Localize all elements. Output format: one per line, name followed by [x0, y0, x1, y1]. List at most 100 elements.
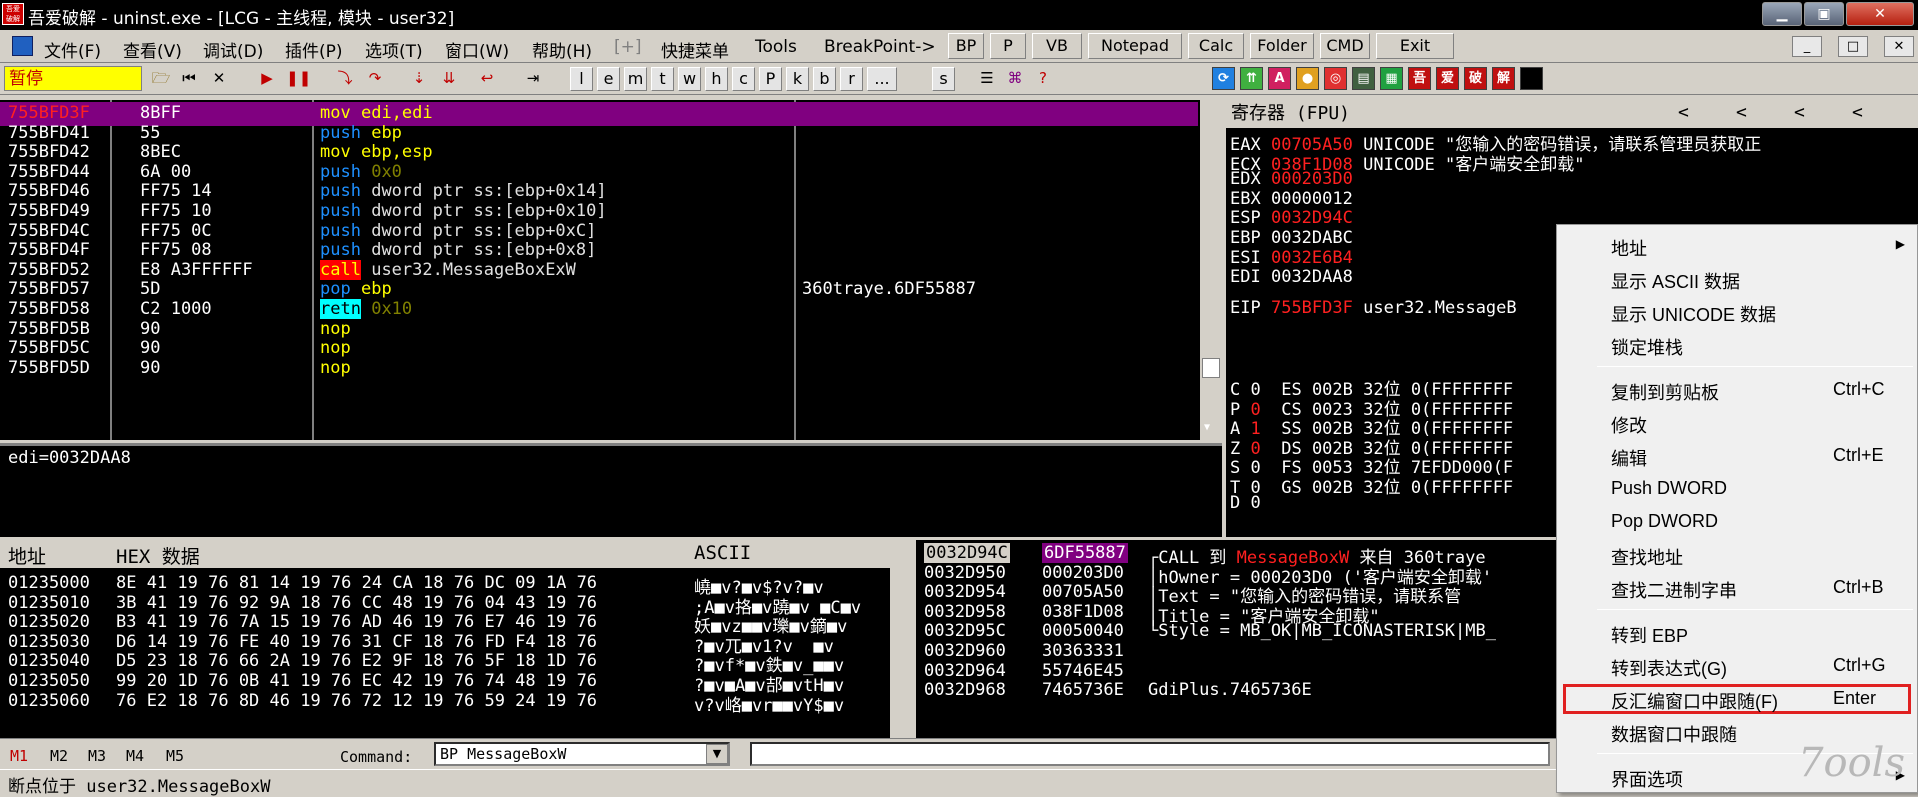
menu-file[interactable]: 文件(F) — [44, 37, 101, 62]
plugin-bp-button[interactable]: BP — [948, 33, 984, 59]
ai-plugin-icon[interactable]: 爱 — [1436, 67, 1459, 90]
black-plugin-icon[interactable] — [1520, 67, 1543, 90]
command-result-field[interactable] — [750, 742, 1550, 766]
dump-scrollbar[interactable] — [890, 540, 912, 738]
context-menu-item[interactable]: 显示 ASCII 数据 — [1557, 264, 1917, 294]
flag-row[interactable]: D 0 — [1230, 493, 1281, 517]
reg-nav-arrow[interactable]: < — [1852, 102, 1863, 123]
options-icon[interactable]: ⌘ — [1004, 67, 1026, 90]
dump-hex[interactable]: 8E 41 19 76 81 14 19 76 24 CA 18 76 DC 0… — [116, 573, 597, 593]
jie-plugin-icon[interactable]: 解 — [1492, 67, 1515, 90]
reg-nav-arrow[interactable]: < — [1678, 102, 1689, 123]
references-window-button[interactable]: r — [840, 67, 863, 91]
mdi-minimize-button[interactable]: _ — [1792, 36, 1822, 57]
context-menu-item[interactable]: 显示 UNICODE 数据 — [1557, 297, 1917, 327]
dump-hex[interactable]: B3 41 19 76 7A 15 19 76 AD 46 19 76 E7 4… — [116, 612, 597, 632]
menu-tools[interactable]: Tools — [755, 37, 797, 57]
register-row[interactable]: EIP 755BFD3F user32.MessageB — [1230, 298, 1517, 322]
threads-window-button[interactable]: t — [651, 67, 674, 91]
run-trace-button[interactable]: ... — [867, 67, 897, 91]
open-icon[interactable]: 🗁 — [150, 67, 172, 90]
scroll-thumb[interactable] — [1202, 358, 1220, 378]
context-menu-item[interactable]: Push DWORD — [1557, 474, 1917, 504]
log-window-button[interactable]: l — [570, 67, 593, 91]
plugin-p-button[interactable]: P — [990, 33, 1026, 59]
wu-plugin-icon[interactable]: 吾 — [1408, 67, 1431, 90]
pause-icon[interactable]: ❚❚ — [286, 67, 311, 90]
run-icon[interactable]: ▶ — [256, 67, 278, 90]
menu-window[interactable]: 窗口(W) — [445, 37, 509, 62]
mark-m5[interactable]: M5 — [166, 747, 184, 765]
trace-over-icon[interactable]: ⇊ — [438, 67, 460, 90]
dump-row[interactable]: 01235060 76 E2 18 76 8D 46 19 76 72 12 19… — [0, 690, 890, 716]
cpu-window-button[interactable]: c — [732, 67, 755, 91]
plugin-folder-button[interactable]: Folder — [1250, 33, 1314, 59]
reg-nav-arrow[interactable]: < — [1794, 102, 1805, 123]
context-menu-item[interactable]: 转到表达式(G) Ctrl+G — [1557, 651, 1917, 681]
stack-value[interactable]: 30363331 — [1042, 641, 1124, 661]
a-plugin-icon[interactable]: A — [1268, 67, 1291, 90]
circle-plugin-icon[interactable]: ● — [1296, 67, 1319, 90]
target-plugin-icon[interactable]: ◎ — [1324, 67, 1347, 90]
refresh-icon[interactable]: ⟳ — [1212, 67, 1235, 90]
menu-expand[interactable]: [+] — [614, 37, 642, 57]
plugin-exit-button[interactable]: Exit — [1376, 33, 1454, 59]
stack-value[interactable]: 00705A50 — [1042, 582, 1124, 602]
po-plugin-icon[interactable]: 破 — [1464, 67, 1487, 90]
stack-value[interactable]: 55746E45 — [1042, 661, 1124, 681]
register-value[interactable]: 000203D0 — [1271, 169, 1353, 189]
handles-window-button[interactable]: h — [705, 67, 728, 91]
stack-value[interactable]: 7465736E — [1042, 680, 1124, 700]
device-plugin-icon[interactable]: ▤ — [1352, 67, 1375, 90]
menu-options[interactable]: 选项(T) — [365, 37, 423, 62]
memory-dump-pane[interactable]: 地址 HEX 数据 ASCII 01235000 8E 41 19 76 81 1… — [0, 540, 912, 738]
command-dropdown-icon[interactable]: ▼ — [706, 744, 728, 764]
disassembly-pane[interactable]: 755BFD3F 8BFF mov edi,edi 755BFD41 55 push eb… — [0, 100, 1222, 440]
dump-hex[interactable]: 99 20 1D 76 0B 41 19 76 EC 42 19 76 74 4… — [116, 671, 597, 691]
menu-breakpoint[interactable]: BreakPoint-> — [824, 37, 936, 57]
grid-plugin-icon[interactable]: ▦ — [1380, 67, 1403, 90]
menu-plugins[interactable]: 插件(P) — [285, 37, 343, 62]
register-value[interactable]: 0032DAA8 — [1271, 267, 1353, 287]
context-menu-item[interactable]: 转到 EBP — [1557, 618, 1917, 648]
source-window-button[interactable]: s — [932, 67, 955, 91]
menu-shortcuts[interactable]: 快捷菜单 — [661, 37, 729, 62]
modules-window-button[interactable]: e — [597, 67, 620, 91]
register-value[interactable]: 0032DABC — [1271, 228, 1353, 248]
flag-value[interactable]: 0 — [1251, 493, 1261, 513]
step-into-icon[interactable]: ⤵ — [334, 67, 356, 90]
cmd-plugin-icon[interactable]: ⇈ — [1240, 67, 1263, 90]
plugin-cmd-button[interactable]: CMD — [1320, 33, 1370, 59]
help-icon[interactable]: ? — [1032, 67, 1054, 90]
menu-debug[interactable]: 调试(D) — [203, 37, 263, 62]
step-over-icon[interactable]: ↷ — [364, 67, 386, 90]
reg-nav-arrow[interactable]: < — [1736, 102, 1747, 123]
close-program-icon[interactable]: ✕ — [208, 67, 230, 90]
patches-window-button[interactable]: P — [759, 67, 782, 91]
context-menu-item[interactable]: Pop DWORD — [1557, 507, 1917, 537]
mdi-restore-button[interactable]: □ — [1838, 36, 1868, 57]
context-menu-item[interactable]: 锁定堆栈 — [1557, 330, 1917, 360]
dump-hex[interactable]: 76 E2 18 76 8D 46 19 76 72 12 19 76 59 2… — [116, 691, 597, 711]
register-value[interactable]: 0032E6B4 — [1271, 248, 1353, 268]
dump-col-address[interactable]: 地址 — [8, 542, 46, 569]
context-menu-item[interactable]: 地址 ▶ — [1557, 231, 1917, 261]
context-menu-item[interactable]: 修改 — [1557, 408, 1917, 438]
command-input[interactable]: BP MessageBoxW — [434, 742, 730, 766]
goto-icon[interactable]: ⇥ — [522, 67, 544, 90]
context-menu-item[interactable]: 反汇编窗口中跟随(F) Enter — [1563, 684, 1911, 714]
restart-icon[interactable]: ⏮ — [178, 67, 200, 90]
register-value[interactable]: 755BFD3F — [1271, 298, 1353, 318]
plugin-vb-button[interactable]: VB — [1032, 33, 1082, 59]
maximize-button[interactable]: ▣ — [1804, 2, 1844, 26]
context-menu-item[interactable]: 查找地址 — [1557, 540, 1917, 570]
windows-window-button[interactable]: w — [678, 67, 701, 91]
disasm-scrollbar[interactable]: ▼ — [1200, 100, 1222, 440]
register-value[interactable]: 00000012 — [1271, 189, 1353, 209]
dump-hex[interactable]: D6 14 19 76 FE 40 19 76 31 CF 18 76 FD F… — [116, 632, 597, 652]
context-menu-item[interactable]: 编辑 Ctrl+E — [1557, 441, 1917, 471]
dump-col-hex[interactable]: HEX 数据 — [116, 542, 200, 569]
trace-into-icon[interactable]: ⇣ — [408, 67, 430, 90]
list-icon[interactable]: ☰ — [976, 67, 998, 90]
mdi-close-button[interactable]: ✕ — [1884, 36, 1914, 57]
